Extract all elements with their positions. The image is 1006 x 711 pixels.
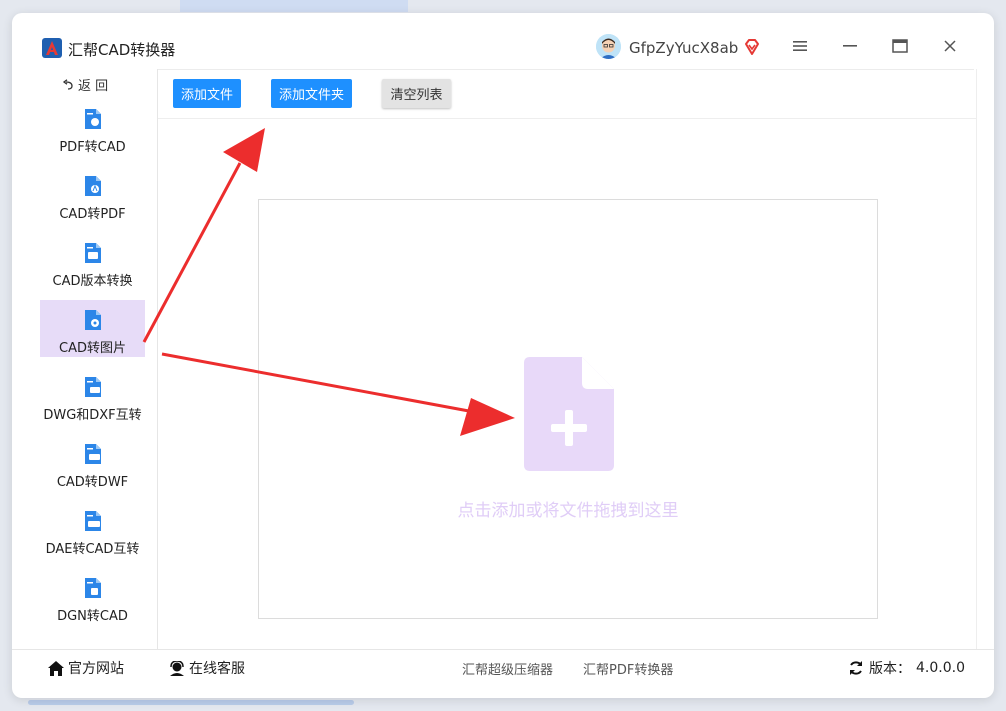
official-site-label: 官方网站	[68, 661, 124, 677]
background-decoration	[180, 0, 408, 12]
cad-to-image-icon	[84, 310, 101, 330]
sidebar-item-cad-to-image[interactable]: CAD转图片	[40, 300, 145, 357]
add-file-button[interactable]: 添加文件	[173, 79, 241, 108]
drop-hint-text: 点击添加或将文件拖拽到这里	[457, 501, 679, 521]
sidebar-item-label: PDF转CAD	[59, 140, 126, 155]
customer-service-icon	[170, 660, 184, 676]
close-icon	[944, 40, 956, 52]
dgn-to-cad-icon	[84, 578, 101, 598]
menu-button[interactable]	[782, 31, 818, 61]
background-decoration	[28, 700, 354, 705]
dwg-dxf-icon	[84, 377, 101, 397]
sidebar-item-label: CAD转PDF	[59, 207, 126, 222]
back-arrow-icon	[62, 78, 73, 90]
title-bar: 汇帮CAD转换器 GfpZyYucX8ab	[12, 13, 994, 69]
version-info: 版本： 4.0.0.0	[848, 658, 965, 678]
cad-to-pdf-icon	[84, 176, 101, 196]
pdf-to-cad-icon	[84, 109, 101, 129]
avatar[interactable]	[596, 34, 621, 59]
sidebar-item-dgn-to-cad[interactable]: DGN转CAD	[40, 568, 145, 625]
version-label: 版本：	[869, 661, 911, 677]
cad-version-icon	[84, 243, 101, 263]
sidebar-item-pdf-to-cad[interactable]: PDF转CAD	[40, 99, 145, 156]
add-file-icon	[524, 357, 614, 471]
sidebar-item-label: CAD转DWF	[56, 475, 129, 490]
maximize-button[interactable]	[882, 31, 918, 61]
back-label: 返 回	[78, 79, 109, 94]
divider	[157, 69, 158, 649]
app-logo-icon	[42, 38, 62, 58]
divider	[158, 118, 977, 119]
sidebar	[12, 69, 158, 649]
divider	[976, 69, 977, 649]
minimize-button[interactable]	[832, 31, 868, 61]
online-service-link[interactable]: 在线客服	[169, 658, 245, 678]
back-button[interactable]: 返 回	[62, 75, 108, 94]
username[interactable]: GfpZyYucX8ab	[629, 39, 738, 57]
vip-diamond-icon[interactable]	[743, 38, 761, 56]
dae-to-cad-icon	[84, 511, 101, 531]
divider	[157, 69, 974, 70]
sidebar-item-dae-to-cad[interactable]: DAE转CAD互转	[40, 501, 145, 558]
online-service-label: 在线客服	[189, 661, 245, 677]
hamburger-icon	[793, 41, 807, 51]
refresh-icon	[850, 661, 862, 675]
sidebar-item-dwg-dxf[interactable]: DWG和DXF互转	[40, 367, 145, 424]
sidebar-item-cad-to-dwf[interactable]: CAD转DWF	[40, 434, 145, 491]
official-site-link[interactable]: 官方网站	[48, 658, 124, 678]
cad-to-dwf-icon	[84, 444, 101, 464]
close-button[interactable]	[932, 31, 968, 61]
compressor-link[interactable]: 汇帮超级压缩器	[462, 659, 553, 678]
app-title: 汇帮CAD转换器	[68, 41, 176, 59]
home-icon	[48, 660, 64, 676]
sidebar-item-label: DWG和DXF互转	[43, 408, 142, 423]
sidebar-item-label: DAE转CAD互转	[45, 542, 140, 557]
minimize-icon	[843, 45, 857, 47]
maximize-icon	[892, 39, 908, 53]
file-drop-zone[interactable]: 点击添加或将文件拖拽到这里	[258, 199, 878, 619]
add-folder-button[interactable]: 添加文件夹	[271, 79, 352, 108]
sidebar-item-label: DGN转CAD	[57, 609, 128, 624]
sidebar-item-label: CAD版本转换	[52, 274, 133, 289]
sidebar-item-cad-version[interactable]: CAD版本转换	[40, 233, 145, 290]
app-window: 汇帮CAD转换器 GfpZyYucX8ab 返 回 PDF转CAD CAD转PD…	[12, 13, 994, 698]
sidebar-item-cad-to-pdf[interactable]: CAD转PDF	[40, 166, 145, 223]
pdf-converter-link[interactable]: 汇帮PDF转换器	[583, 659, 673, 678]
divider	[12, 649, 994, 650]
version-number: 4.0.0.0	[916, 660, 965, 676]
sidebar-item-label: CAD转图片	[59, 341, 126, 356]
clear-list-button[interactable]: 清空列表	[382, 79, 451, 108]
